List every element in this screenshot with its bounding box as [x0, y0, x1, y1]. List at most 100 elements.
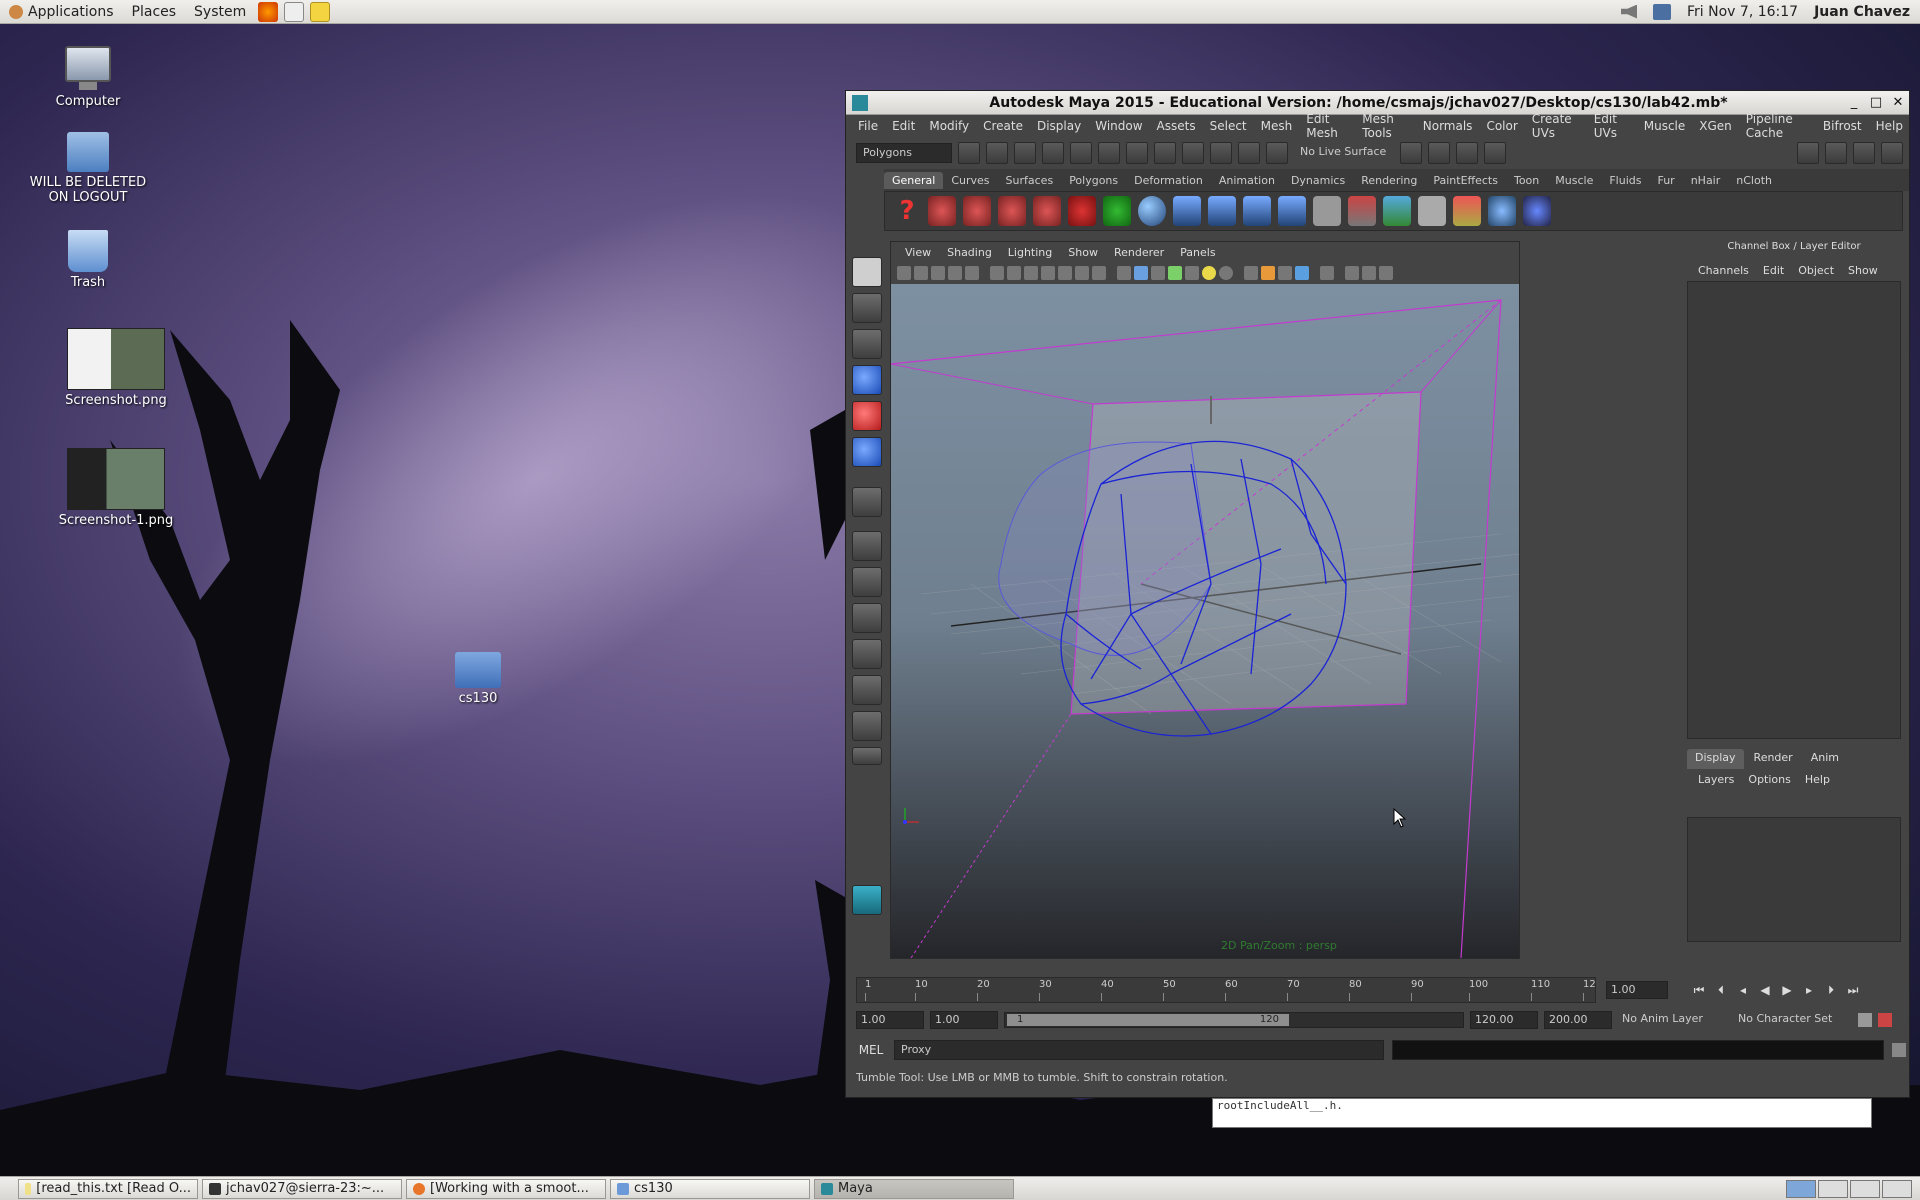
menu-select[interactable]: Select — [1204, 119, 1253, 133]
shelf-tool-icon[interactable] — [1523, 196, 1551, 226]
task-read-this[interactable]: [read_this.txt [Read O... — [18, 1178, 198, 1199]
snap-curve-icon[interactable] — [1154, 142, 1176, 164]
textured-icon[interactable] — [1185, 266, 1199, 280]
hud-toggle-icon[interactable] — [1379, 266, 1393, 280]
menu-normals[interactable]: Normals — [1417, 119, 1479, 133]
computer-desktop-icon[interactable]: Computer — [28, 46, 148, 109]
smooth-shade-icon[interactable] — [1134, 266, 1148, 280]
layer-menu-options[interactable]: Options — [1741, 773, 1797, 786]
snap-plane-icon[interactable] — [1210, 142, 1232, 164]
shelf-tool-icon[interactable] — [1418, 196, 1446, 226]
terminal-window-fragment[interactable]: rootIncludeAll__.h. — [1212, 1098, 1872, 1128]
persp-outliner-layout-icon[interactable] — [852, 603, 882, 633]
new-scene-icon[interactable] — [958, 142, 980, 164]
joint-icon[interactable] — [1243, 196, 1271, 226]
mail-launcher-icon[interactable] — [284, 1, 305, 22]
user-menu[interactable]: Juan Chavez — [1814, 4, 1910, 20]
workspace-1[interactable] — [1786, 1179, 1816, 1198]
playback-end-field[interactable]: 120.00 — [1470, 1011, 1538, 1029]
bookmark-icon[interactable] — [914, 266, 928, 280]
snap-surface-icon[interactable] — [1238, 142, 1260, 164]
film-gate-icon[interactable] — [1007, 266, 1021, 280]
shelf-tool-icon[interactable] — [1103, 196, 1131, 226]
help-question-icon[interactable]: ? — [893, 196, 921, 226]
vp-menu-show[interactable]: Show — [1060, 246, 1106, 259]
time-slider-track[interactable]: 1 10 20 30 40 50 60 70 80 90 100 110 12 — [856, 977, 1596, 1003]
xray-joints-icon[interactable] — [1345, 266, 1359, 280]
step-back-key-icon[interactable]: ⏴ — [1710, 983, 1732, 998]
snap-grid-icon[interactable] — [1126, 142, 1148, 164]
shelf-tool-icon[interactable] — [1033, 196, 1061, 226]
shadows-icon[interactable] — [1219, 266, 1233, 280]
shelf-tool-icon[interactable] — [998, 196, 1026, 226]
menu-set-dropdown[interactable]: Polygons — [856, 143, 952, 163]
menu-help[interactable]: Help — [1870, 119, 1909, 133]
menu-assets[interactable]: Assets — [1151, 119, 1202, 133]
layout-more-icon[interactable] — [852, 747, 882, 765]
joint-icon[interactable] — [1278, 196, 1306, 226]
shelf-tab-curves[interactable]: Curves — [943, 172, 997, 189]
layer-menu-help[interactable]: Help — [1798, 773, 1837, 786]
menu-color[interactable]: Color — [1480, 119, 1523, 133]
paint-brush-icon[interactable] — [1453, 196, 1481, 226]
select-component-icon[interactable] — [1098, 142, 1120, 164]
minimize-button[interactable]: _ — [1843, 95, 1865, 110]
play-backward-icon[interactable]: ◀ — [1754, 983, 1776, 997]
depth-of-field-icon[interactable] — [1295, 266, 1309, 280]
xray-components-icon[interactable] — [1362, 266, 1376, 280]
attribute-editor-icon[interactable] — [1797, 142, 1819, 164]
persp-graph-layout-icon[interactable] — [852, 639, 882, 669]
tool-settings-icon[interactable] — [1825, 142, 1847, 164]
task-browser[interactable]: [Working with a smoot... — [406, 1178, 606, 1199]
range-slider-bar[interactable]: 1 120 — [1004, 1012, 1464, 1028]
wireframe-icon[interactable] — [1117, 266, 1131, 280]
current-frame-field[interactable]: 1.00 — [1606, 981, 1668, 999]
xray-icon[interactable] — [1168, 266, 1182, 280]
use-all-lights-icon[interactable] — [1202, 266, 1216, 280]
animation-start-field[interactable]: 1.00 — [856, 1011, 924, 1029]
select-tool-icon[interactable] — [852, 257, 882, 287]
task-terminal[interactable]: jchav027@sierra-23:~... — [202, 1178, 402, 1199]
menu-edit-uvs[interactable]: Edit UVs — [1588, 112, 1636, 140]
shelf-tab-polygons[interactable]: Polygons — [1061, 172, 1126, 189]
layer-list[interactable] — [1687, 817, 1901, 942]
safe-action-icon[interactable] — [1075, 266, 1089, 280]
field-chart-icon[interactable] — [1058, 266, 1072, 280]
open-scene-icon[interactable] — [986, 142, 1008, 164]
shelf-tool-icon[interactable] — [1068, 196, 1096, 226]
volume-icon[interactable] — [1621, 4, 1638, 19]
applications-menu[interactable]: Applications — [0, 4, 123, 20]
vp-menu-renderer[interactable]: Renderer — [1106, 246, 1172, 259]
network-icon[interactable] — [1653, 3, 1672, 20]
select-object-icon[interactable] — [1070, 142, 1092, 164]
2d-pan-zoom-icon[interactable] — [948, 266, 962, 280]
menu-mesh[interactable]: Mesh — [1255, 119, 1299, 133]
maximize-button[interactable]: □ — [1865, 95, 1887, 110]
shelf-tool-icon[interactable] — [1383, 196, 1411, 226]
auto-key-icon[interactable] — [1858, 1013, 1872, 1027]
menu-display[interactable]: Display — [1031, 119, 1087, 133]
menu-create-uvs[interactable]: Create UVs — [1526, 112, 1586, 140]
viewport-canvas[interactable]: 2D Pan/Zoom : persp — [891, 284, 1519, 958]
task-maya[interactable]: Maya — [814, 1178, 1014, 1199]
home-desktop-icon[interactable]: WILL BE DELETED ON LOGOUT — [28, 132, 148, 205]
cb-menu-edit[interactable]: Edit — [1756, 264, 1791, 277]
shelf-tab-general[interactable]: General — [884, 171, 944, 189]
mel-input[interactable]: Proxy — [894, 1040, 1384, 1060]
firefox-launcher-icon[interactable] — [258, 1, 279, 22]
scale-tool-icon[interactable] — [852, 437, 882, 467]
lasso-tool-icon[interactable] — [852, 293, 882, 323]
channel-box-body[interactable] — [1687, 281, 1901, 739]
shelf-tool-icon[interactable] — [963, 196, 991, 226]
menu-window[interactable]: Window — [1089, 119, 1148, 133]
save-scene-icon[interactable] — [1014, 142, 1036, 164]
safe-title-icon[interactable] — [1092, 266, 1106, 280]
range-slider-thumb[interactable]: 1 120 — [1007, 1014, 1289, 1026]
system-menu[interactable]: System — [185, 4, 255, 20]
animation-preferences-icon[interactable] — [1878, 1013, 1892, 1027]
task-cs130-folder[interactable]: cs130 — [610, 1178, 810, 1199]
wireframe-on-shaded-icon[interactable] — [1151, 266, 1165, 280]
trash-desktop-icon[interactable]: Trash — [28, 230, 148, 290]
shelf-tool-icon[interactable] — [1488, 196, 1516, 226]
cb-menu-show[interactable]: Show — [1841, 264, 1885, 277]
